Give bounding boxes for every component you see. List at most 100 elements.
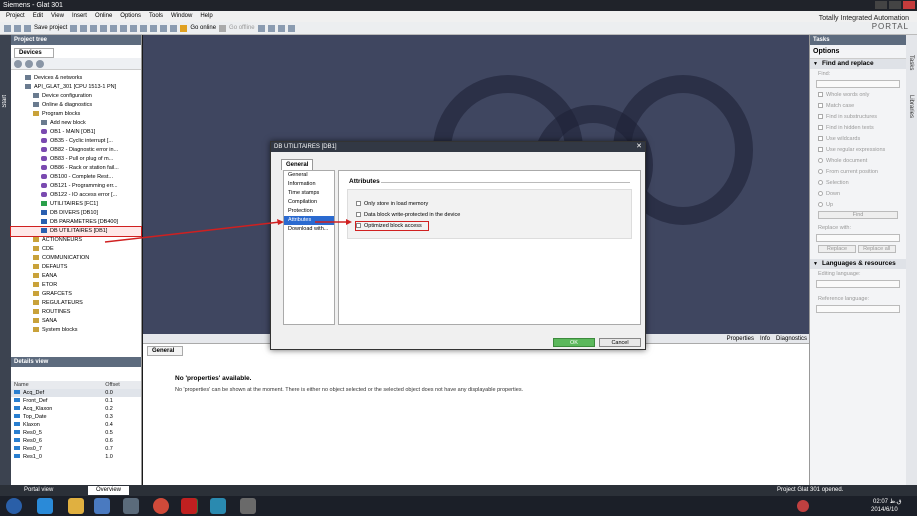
compile-icon[interactable] <box>140 24 148 32</box>
simulation-icon[interactable] <box>170 24 178 32</box>
menu-online[interactable]: Online <box>95 11 112 22</box>
explorer-icon[interactable] <box>68 498 84 514</box>
dialog-nav-item[interactable]: Attributes <box>284 216 334 225</box>
details-row[interactable]: Res0_7 0.7 <box>11 445 141 453</box>
maximize-button[interactable] <box>889 1 901 9</box>
save-project-button[interactable]: Save project <box>34 25 67 31</box>
search-scope[interactable]: From current position <box>810 167 906 178</box>
column-offset[interactable]: Offset <box>102 381 141 389</box>
tree-item[interactable]: ACTIONNEURS <box>11 236 141 245</box>
portal-view-button[interactable]: Portal view <box>24 485 53 496</box>
tree-item[interactable]: Device configuration <box>11 92 141 101</box>
tree-item[interactable]: DEFAUTS <box>11 263 141 272</box>
back-icon[interactable] <box>14 60 22 68</box>
tab-properties[interactable]: Properties <box>727 334 754 344</box>
tree-item[interactable]: OB86 - Rack or station fail... <box>11 164 141 173</box>
dialog-nav-item[interactable]: Download with... <box>284 225 334 234</box>
undo-icon[interactable] <box>120 24 128 32</box>
tree-item[interactable]: EANA <box>11 272 141 281</box>
pdf-icon[interactable] <box>181 498 197 514</box>
tree-item[interactable]: DB PARAMETRES [DB400] <box>11 218 141 227</box>
tree-item[interactable]: ROUTINES <box>11 308 141 317</box>
replace-button[interactable]: Replace <box>818 245 856 253</box>
copy-icon[interactable] <box>90 24 98 32</box>
menu-view[interactable]: View <box>51 11 64 22</box>
details-row[interactable]: Top_Date 0.3 <box>11 413 141 421</box>
checkbox-load-memory[interactable] <box>356 201 361 207</box>
paste-icon[interactable] <box>100 24 108 32</box>
details-row[interactable]: Res1_0 1.0 <box>11 453 141 461</box>
details-row[interactable]: Acq_Klaxon 0.2 <box>11 405 141 413</box>
checkbox-write-protected[interactable] <box>356 212 361 218</box>
tasks-header[interactable]: Tasks <box>810 35 906 45</box>
find-option-checkbox[interactable] <box>818 136 823 142</box>
go-offline-button[interactable]: Go offline <box>229 25 255 31</box>
search-direction-radio[interactable] <box>818 202 823 208</box>
tree-item[interactable]: UTILITAIRES [FC1] <box>11 200 141 209</box>
go-online-button[interactable]: Go online <box>190 25 216 31</box>
split-editor-icon[interactable] <box>287 24 295 32</box>
menu-edit[interactable]: Edit <box>33 11 43 22</box>
ie-icon[interactable] <box>37 498 53 514</box>
option-write-protected[interactable]: Data block write-protected in the device <box>356 211 460 219</box>
close-button[interactable] <box>903 1 915 9</box>
dialog-close-icon[interactable]: ✕ <box>636 142 642 152</box>
tree-item[interactable]: Program blocks <box>11 110 141 119</box>
tree-item[interactable]: OB1 - MAIN [OB1] <box>11 128 141 137</box>
find-option[interactable]: Whole words only <box>810 90 906 101</box>
tree-item[interactable]: Online & diagnostics <box>11 101 141 110</box>
find-option[interactable]: Match case <box>810 101 906 112</box>
dialog-nav-item[interactable]: Time stamps <box>284 189 334 198</box>
details-row[interactable]: Res0_6 0.6 <box>11 437 141 445</box>
find-button[interactable]: Find <box>818 211 898 219</box>
upload-icon[interactable] <box>160 24 168 32</box>
new-project-icon[interactable] <box>4 24 11 32</box>
project-tree-header[interactable]: Project tree <box>11 35 141 45</box>
app-icon[interactable] <box>123 498 139 514</box>
side-tab-tasks[interactable]: Tasks <box>908 55 914 70</box>
start-strip[interactable]: Start <box>0 35 11 485</box>
cut-icon[interactable] <box>80 24 88 32</box>
go-online-icon[interactable] <box>180 24 188 32</box>
tab-diagnostics[interactable]: Diagnostics <box>776 334 807 344</box>
find-replace-header[interactable]: Find and replace <box>810 59 906 69</box>
menu-insert[interactable]: Insert <box>72 11 87 22</box>
menu-project[interactable]: Project <box>6 11 25 22</box>
search-direction[interactable]: Down <box>810 189 906 200</box>
menu-help[interactable]: Help <box>200 11 212 22</box>
column-name[interactable]: Name <box>11 381 103 389</box>
tree-item[interactable]: SANA <box>11 317 141 326</box>
replace-all-button[interactable]: Replace all <box>857 245 896 253</box>
media-player-icon[interactable] <box>94 498 110 514</box>
minimize-button[interactable] <box>875 1 887 9</box>
menu-window[interactable]: Window <box>171 11 192 22</box>
reference-language-select[interactable] <box>816 305 900 313</box>
tree-item[interactable]: ETOR <box>11 281 141 290</box>
side-tab-libraries[interactable]: Libraries <box>908 95 914 118</box>
delete-icon[interactable] <box>110 24 118 32</box>
dialog-nav-item[interactable]: Protection <box>284 207 334 216</box>
stop-cpu-icon[interactable] <box>267 24 275 32</box>
tab-info[interactable]: Info <box>760 334 770 344</box>
find-option[interactable]: Find in hidden texts <box>810 123 906 134</box>
print-icon[interactable] <box>70 24 78 32</box>
details-row[interactable]: Acq_Def 0.0 <box>11 389 141 397</box>
details-row[interactable]: Res0_5 0.5 <box>11 429 141 437</box>
search-scope-radio[interactable] <box>818 180 823 186</box>
tree-item[interactable]: DB DIVERS [DB10] <box>11 209 141 218</box>
devices-tab[interactable]: Devices <box>14 48 54 58</box>
search-scope-radio[interactable] <box>818 158 823 164</box>
forward-icon[interactable] <box>25 60 33 68</box>
search-direction-radio[interactable] <box>818 191 823 197</box>
dialog-nav-item[interactable]: Information <box>284 180 334 189</box>
redo-icon[interactable] <box>130 24 138 32</box>
menu-options[interactable]: Options <box>120 11 141 22</box>
search-direction[interactable]: Up <box>810 200 906 211</box>
find-option-checkbox[interactable] <box>818 103 823 109</box>
tree-item[interactable]: API_GLAT_301 [CPU 1513-1 PN] <box>11 83 141 92</box>
find-option-checkbox[interactable] <box>818 147 823 153</box>
inspector-general-tab[interactable]: General <box>147 346 183 356</box>
download-icon[interactable] <box>150 24 158 32</box>
search-scope[interactable]: Whole document <box>810 156 906 167</box>
find-input[interactable] <box>816 80 900 88</box>
